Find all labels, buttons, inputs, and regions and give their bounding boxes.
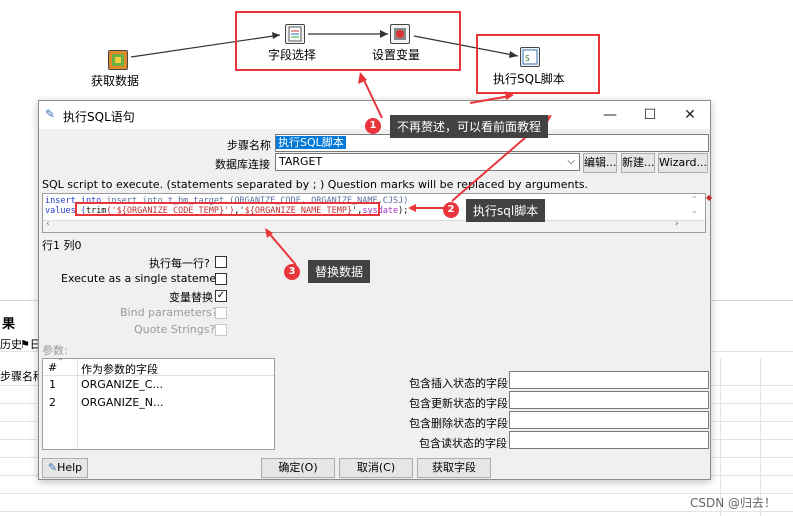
arrow-head-1b <box>505 91 514 100</box>
callout-number-1: 1 <box>365 118 381 134</box>
arrow-line-3 <box>267 231 297 266</box>
callout-number-3: 3 <box>284 264 300 280</box>
watermark: CSDN @归去！ <box>690 496 777 510</box>
callout-3: 替换数据 <box>308 260 371 283</box>
arrow-head-2 <box>408 204 416 212</box>
callout-2: 执行sql脚本 <box>466 199 546 222</box>
annotation-arrows <box>265 72 552 266</box>
callout-1: 不再赘述，可以看前面教程 <box>390 115 549 138</box>
arrow-line-1 <box>361 75 383 119</box>
callout-number-2: 2 <box>443 202 459 218</box>
arrow-line-1b <box>469 95 511 104</box>
